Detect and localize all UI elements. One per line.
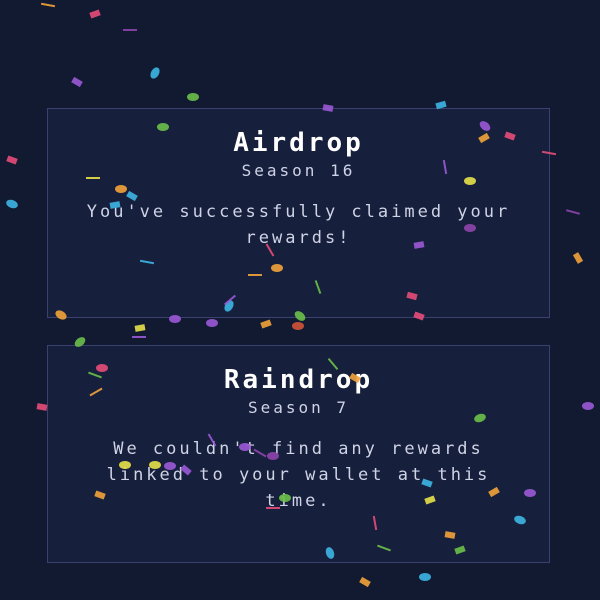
card-season: Season 7 — [247, 398, 350, 417]
card-message: We couldn't find any rewards linked to y… — [106, 439, 491, 511]
confetti-piece — [40, 2, 56, 8]
confetti-piece — [6, 199, 18, 209]
raindrop-card: Raindrop Season 7 We couldn't find any r… — [47, 345, 550, 563]
confetti-piece — [359, 576, 371, 588]
confetti-piece — [36, 403, 48, 411]
airdrop-card: Airdrop Season 16 You've successfully cl… — [47, 108, 550, 318]
confetti-piece — [132, 336, 146, 338]
confetti-piece — [123, 29, 137, 31]
card-season: Season 16 — [241, 161, 356, 180]
confetti-piece — [187, 93, 199, 101]
confetti-piece — [71, 76, 83, 88]
confetti-piece — [150, 67, 160, 79]
confetti-piece — [206, 319, 218, 327]
card-title: Raindrop — [223, 365, 374, 395]
confetti-piece — [134, 324, 146, 332]
confetti-piece — [565, 209, 581, 215]
card-title: Airdrop — [233, 128, 364, 158]
confetti-piece — [260, 319, 272, 329]
confetti-piece — [419, 573, 431, 581]
confetti-piece — [582, 402, 594, 410]
confetti-piece — [572, 252, 584, 264]
confetti-piece — [6, 155, 18, 165]
confetti-piece — [292, 322, 304, 330]
confetti-piece — [89, 9, 101, 19]
card-message: You've successfully claimed your rewards… — [86, 202, 511, 248]
